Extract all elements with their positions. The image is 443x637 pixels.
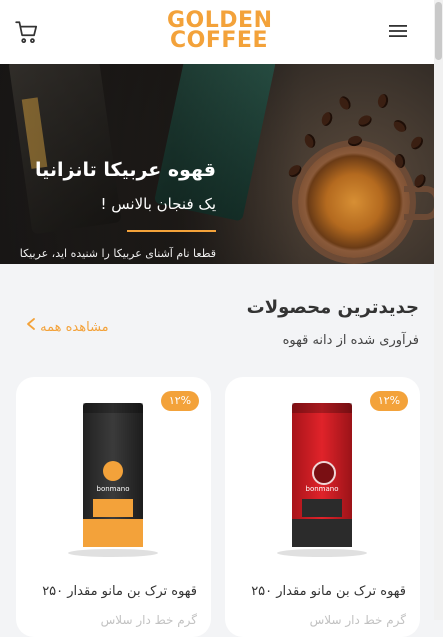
view-all-link[interactable]: مشاهده همه	[22, 317, 109, 335]
product-image[interactable]: bonmano	[83, 403, 143, 547]
cart-icon	[15, 21, 38, 44]
discount-badge: ۱۲%	[370, 391, 408, 411]
product-name[interactable]: قهوه ترک بن مانو مقدار ۲۵۰	[251, 584, 406, 599]
brand-logo-icon	[103, 461, 123, 481]
coffee-cup-image	[298, 146, 410, 258]
logo-line-2: COFFEE	[170, 28, 268, 53]
brand-name: bonmano	[96, 485, 130, 493]
product-image[interactable]: bonmano	[292, 403, 352, 547]
logo[interactable]: GOLDEN COFFEE	[167, 10, 272, 53]
product-card[interactable]: ۱۲% bonmano قهوه ترک بن مانو مقدار ۲۵۰ گ…	[16, 377, 211, 637]
product-shadow	[68, 549, 158, 557]
discount-badge: ۱۲%	[161, 391, 199, 411]
site-header: GOLDEN COFFEE	[0, 0, 434, 64]
view-all-label: مشاهده همه	[40, 320, 109, 335]
banner-subtitle: یک فنجان بالانس !	[100, 195, 216, 213]
banner-description: قطعا نام آشنای عربیکا را شنیده اید، عربی…	[19, 247, 216, 260]
scrollbar[interactable]	[434, 0, 443, 620]
brand-logo-icon	[312, 461, 336, 485]
banner-accent-line	[127, 230, 216, 232]
section-title: جدیدترین محصولات	[246, 297, 419, 318]
hamburger-menu-icon	[389, 25, 407, 37]
scrollbar-thumb[interactable]	[435, 2, 442, 60]
product-card[interactable]: ۱۲% bonmano قهوه ترک بن مانو مقدار ۲۵۰ گ…	[225, 377, 420, 637]
product-shadow	[277, 549, 367, 557]
hero-banner[interactable]: قهوه عربیکا تانزانیا یک فنجان بالانس ! ق…	[0, 64, 434, 264]
product-name-continued: گرم خط دار سلاس	[100, 613, 197, 627]
cart-button[interactable]	[14, 19, 40, 45]
cup-handle	[404, 186, 434, 220]
section-subtitle: فرآوری شده از دانه قهوه	[282, 333, 419, 348]
menu-button[interactable]	[388, 21, 408, 41]
banner-title: قهوه عربیکا تانزانیا	[35, 159, 216, 181]
brand-name: bonmano	[305, 485, 339, 493]
product-name-continued: گرم خط دار سلاس	[309, 613, 406, 627]
product-name[interactable]: قهوه ترک بن مانو مقدار ۲۵۰	[42, 584, 197, 599]
chevron-left-icon	[26, 317, 36, 335]
